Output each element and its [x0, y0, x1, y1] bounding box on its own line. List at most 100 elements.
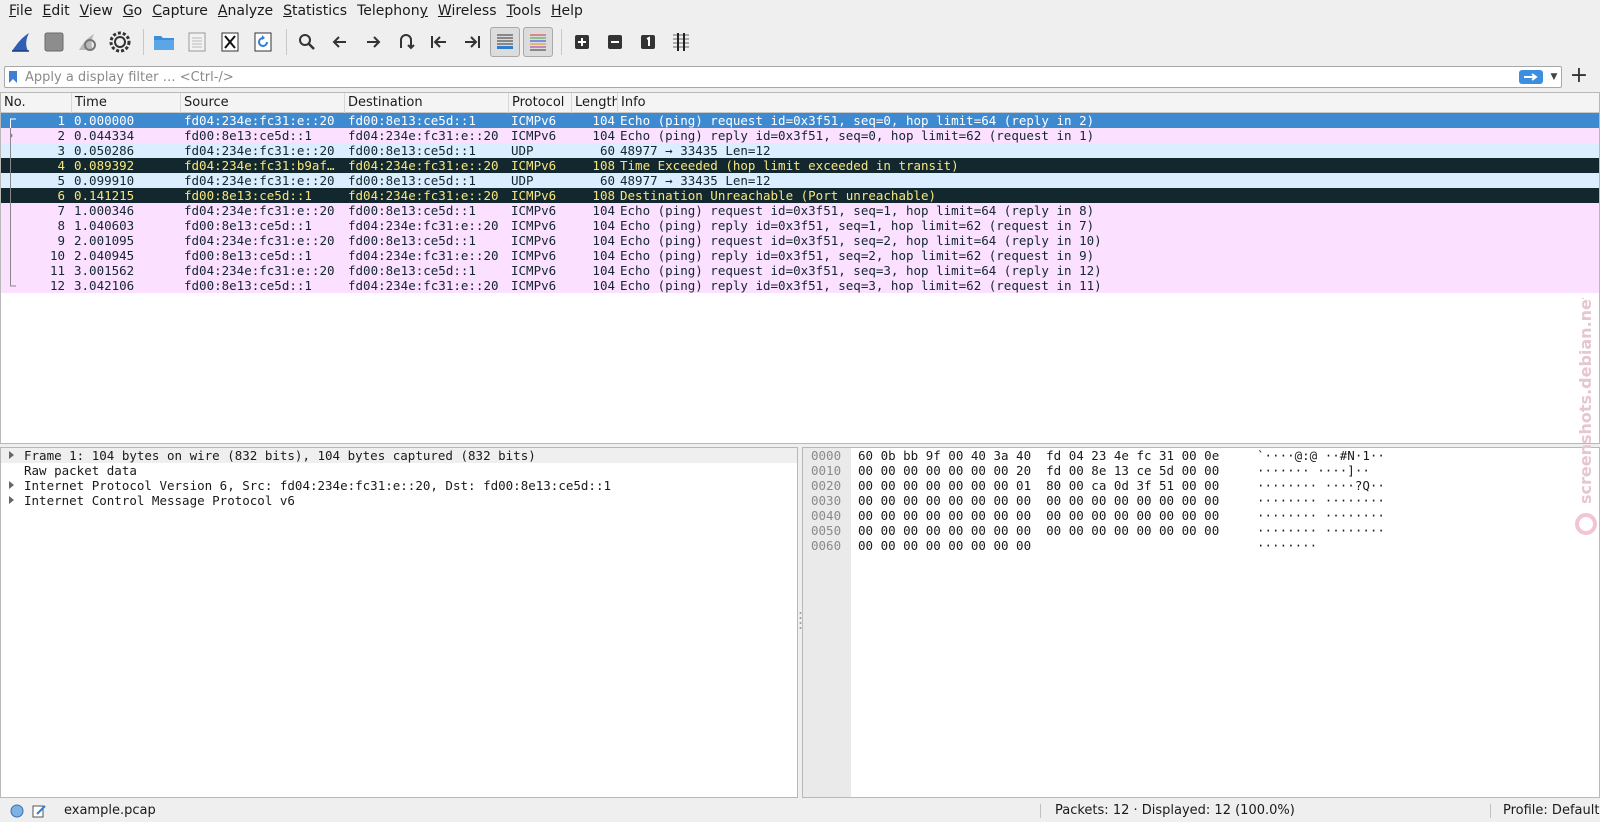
autoscroll-button[interactable]	[490, 27, 520, 57]
packet-row[interactable]: 2 0.044334 fd00:8e13:ce5d::1 fd04:234e:fc31…	[1, 128, 1599, 143]
filter-history-dropdown[interactable]: ▼	[1547, 72, 1561, 82]
packet-list: No. Time Source Destination Protocol Len…	[0, 92, 1600, 444]
resize-columns-button[interactable]	[666, 27, 696, 57]
detail-tree-item[interactable]: Frame 1: 104 bytes on wire (832 bits), 1…	[1, 448, 797, 463]
packet-row[interactable]: 4 0.089392 fd04:234e:fc31:b9af… fd04:234e:f…	[1, 158, 1599, 173]
expand-arrow-icon[interactable]	[9, 451, 14, 459]
expand-arrow-icon[interactable]	[9, 496, 14, 504]
packet-row[interactable]: 10 2.040945 fd00:8e13:ce5d::1 fd04:234e:fc3…	[1, 248, 1599, 263]
cell-destination: fd00:8e13:ce5d::1	[348, 113, 476, 128]
zoom-out-button[interactable]	[600, 27, 630, 57]
column-header-time[interactable]: Time	[72, 93, 181, 113]
bytes-ascii: `····@:@ ··#N·1··	[1257, 448, 1385, 463]
column-header-no[interactable]: No.	[1, 93, 72, 113]
menu-edit[interactable]: Edit	[37, 0, 74, 23]
add-filter-button[interactable]: +	[1566, 64, 1592, 90]
bytes-hex: 60 0b bb 9f 00 40 3a 40 fd 04 23 4e fc 3…	[858, 448, 1220, 463]
display-filter-input[interactable]	[21, 68, 1519, 86]
detail-tree-item[interactable]: Internet Protocol Version 6, Src: fd04:2…	[1, 478, 797, 493]
normal-size-button[interactable]	[633, 27, 663, 57]
detail-tree-item[interactable]: Raw packet data	[1, 463, 797, 478]
filter-bookmark-button[interactable]	[5, 67, 21, 87]
expand-arrow-icon[interactable]	[9, 481, 14, 489]
cell-length: 104	[592, 263, 615, 278]
go-back-button[interactable]	[325, 27, 355, 57]
menu-capture[interactable]: Capture	[147, 0, 213, 23]
cell-protocol: ICMPv6	[511, 263, 557, 278]
menu-tools[interactable]: Tools	[502, 0, 547, 23]
bytes-row[interactable]: 0000 60 0b bb 9f 00 40 3a 40 fd 04 23 4e …	[803, 448, 1599, 463]
bytes-row[interactable]: 0010 00 00 00 00 00 00 00 20 fd 00 8e 13 …	[803, 463, 1599, 478]
menu-go[interactable]: Go	[118, 0, 147, 23]
go-last-packet-button[interactable]	[457, 27, 487, 57]
bytes-row[interactable]: 0040 00 00 00 00 00 00 00 00 00 00 00 00 …	[803, 508, 1599, 523]
menu-view[interactable]: View	[75, 0, 118, 23]
go-to-packet-button[interactable]	[391, 27, 421, 57]
column-header-info[interactable]: Info	[618, 93, 1599, 113]
packet-row[interactable]: 9 2.001095 fd04:234e:fc31:e::20 fd00:8e13:c…	[1, 233, 1599, 248]
bytes-offset: 0050	[811, 523, 842, 538]
packet-row[interactable]: 8 1.040603 fd00:8e13:ce5d::1 fd04:234e:fc31…	[1, 218, 1599, 233]
bytes-row[interactable]: 0020 00 00 00 00 00 00 00 01 80 00 ca 0d …	[803, 478, 1599, 493]
menu-help[interactable]: Help	[546, 0, 588, 23]
close-file-button[interactable]	[215, 27, 245, 57]
packet-row[interactable]: 7 1.000346 fd04:234e:fc31:e::20 fd00:8e13:c…	[1, 203, 1599, 218]
packet-row[interactable]: 1 0.000000 fd04:234e:fc31:e::20 fd00:8e13:c…	[1, 113, 1599, 128]
save-file-button[interactable]	[182, 27, 212, 57]
go-first-packet-button[interactable]	[424, 27, 454, 57]
apply-filter-button[interactable]	[1519, 70, 1543, 84]
menu-telephony[interactable]: Telephony	[352, 0, 433, 23]
menu-analyze[interactable]: Analyze	[213, 0, 278, 23]
detail-tree-label: Raw packet data	[24, 463, 137, 478]
cell-time: 2.001095	[74, 233, 135, 248]
capture-options-button[interactable]	[105, 27, 135, 57]
column-header-protocol[interactable]: Protocol	[509, 93, 572, 113]
cell-protocol: ICMPv6	[511, 113, 557, 128]
cell-time: 0.099910	[74, 173, 135, 188]
expert-info-button[interactable]	[8, 802, 26, 820]
main-toolbar	[0, 24, 1600, 60]
packet-row[interactable]: 12 3.042106 fd00:8e13:ce5d::1 fd04:234e:fc3…	[1, 278, 1599, 293]
menu-file[interactable]: File	[4, 0, 37, 23]
bytes-row[interactable]: 0050 00 00 00 00 00 00 00 00 00 00 00 00 …	[803, 523, 1599, 538]
go-forward-button[interactable]	[358, 27, 388, 57]
colorize-button[interactable]	[523, 27, 553, 57]
packet-row[interactable]: 5 0.099910 fd04:234e:fc31:e::20 fd00:8e13:c…	[1, 173, 1599, 188]
column-header-source[interactable]: Source	[181, 93, 345, 113]
cell-destination: fd00:8e13:ce5d::1	[348, 173, 476, 188]
packet-row[interactable]: 6 0.141215 fd00:8e13:ce5d::1 fd04:234e:fc31…	[1, 188, 1599, 203]
cell-destination: fd00:8e13:ce5d::1	[348, 233, 476, 248]
bytes-ascii: ········	[1257, 538, 1318, 553]
bytes-ascii: ········ ········	[1257, 523, 1385, 538]
reload-file-button[interactable]	[248, 27, 278, 57]
watermark-text: screenshots.debian.net	[1576, 298, 1595, 504]
bookmark-icon	[9, 71, 17, 83]
cell-protocol: ICMPv6	[511, 158, 557, 173]
zoom-in-button[interactable]	[567, 27, 597, 57]
cell-time: 3.001562	[74, 263, 135, 278]
watermark: screenshots.debian.net	[1575, 298, 1597, 535]
packet-row[interactable]: 3 0.050286 fd04:234e:fc31:e::20 fd00:8e13:c…	[1, 143, 1599, 158]
packet-row[interactable]: 11 3.001562 fd04:234e:fc31:e::20 fd00:8e13:…	[1, 263, 1599, 278]
cell-length: 104	[592, 203, 615, 218]
cell-source: fd00:8e13:ce5d::1	[184, 128, 312, 143]
stop-capture-button[interactable]	[39, 27, 69, 57]
profile-status[interactable]: Profile: Default	[1503, 800, 1599, 822]
start-capture-button[interactable]	[6, 27, 36, 57]
find-packet-button[interactable]	[292, 27, 322, 57]
detail-tree-item[interactable]: Internet Control Message Protocol v6	[1, 493, 797, 508]
bytes-row[interactable]: 0030 00 00 00 00 00 00 00 00 00 00 00 00 …	[803, 493, 1599, 508]
restart-capture-button[interactable]	[72, 27, 102, 57]
column-header-destination[interactable]: Destination	[345, 93, 509, 113]
menu-statistics[interactable]: Statistics	[278, 0, 352, 23]
capture-comment-button[interactable]	[30, 802, 48, 820]
cell-destination: fd04:234e:fc31:e::20	[348, 188, 499, 203]
cell-source: fd04:234e:fc31:e::20	[184, 263, 335, 278]
cell-source: fd00:8e13:ce5d::1	[184, 188, 312, 203]
display-filter-bar: ▼	[4, 66, 1562, 88]
bytes-offset: 0040	[811, 508, 842, 523]
column-header-length[interactable]: Length	[572, 93, 618, 113]
menu-wireless[interactable]: Wireless	[433, 0, 502, 23]
bytes-row[interactable]: 0060 00 00 00 00 00 00 00 00 ········	[803, 538, 1599, 553]
open-file-button[interactable]	[149, 27, 179, 57]
